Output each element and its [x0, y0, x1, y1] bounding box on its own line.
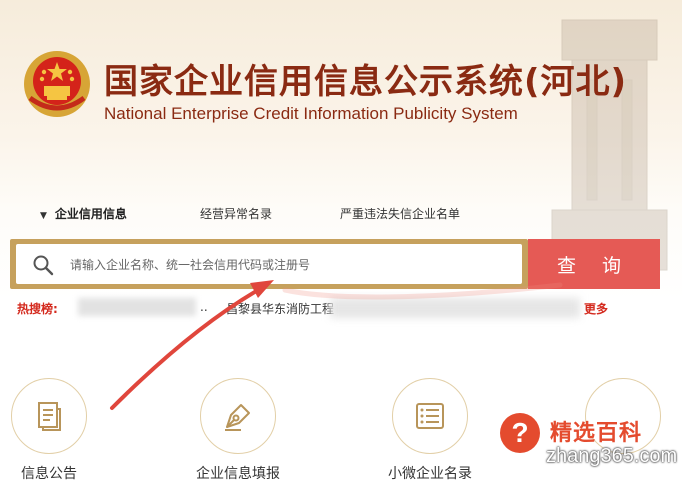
card-announcements[interactable]: 信息公告 [0, 378, 104, 483]
card-enterprise-info-filing[interactable]: 企业信息填报 [183, 378, 293, 483]
search-input[interactable] [68, 252, 512, 278]
watermark-name: 精选百科 [550, 421, 643, 446]
card-label: 信息公告 [21, 466, 77, 482]
nav-item-label: 经营异常名录 [200, 207, 273, 221]
hot-search-label: 热搜榜: [17, 302, 58, 316]
card-label: 企业信息填报 [196, 466, 280, 482]
blurred-region [78, 298, 196, 316]
site-title: 国家企业信用信息公示系统(河北) [104, 62, 628, 102]
main-nav: ▼ 企业信用信息 经营异常名录 严重违法失信企业名单 [40, 205, 682, 225]
card-small-micro-enterprise-list[interactable]: 小微企业名录 [375, 378, 485, 483]
national-emblem-icon [24, 51, 90, 117]
triangle-down-icon: ▼ [40, 211, 47, 221]
site-title-english: National Enterprise Credit Information P… [104, 104, 518, 123]
nav-item-abnormal-list[interactable]: 经营异常名录 [200, 205, 272, 222]
blurred-region [330, 298, 580, 318]
question-icon: ? [500, 413, 540, 453]
watermark-badge: ? 精选百科 zhang365.com [496, 409, 680, 479]
search-icon [33, 255, 54, 276]
card-label: 小微企业名录 [388, 466, 472, 482]
search-inner [16, 244, 522, 284]
nav-item-enterprise-credit[interactable]: ▼ 企业信用信息 [40, 205, 127, 222]
nav-item-serious-violation-list[interactable]: 严重违法失信企业名单 [340, 205, 460, 222]
pen-nib-icon [225, 404, 250, 431]
document-icon [38, 402, 61, 431]
list-icon [416, 403, 444, 429]
watermark-url: zhang365.com [546, 445, 678, 467]
search-button[interactable]: 查 询 [528, 239, 660, 289]
nav-item-label: 严重违法失信企业名单 [340, 207, 461, 221]
card-circle [392, 378, 468, 454]
hot-search-item[interactable]: 昌黎县华东消防工程 [226, 300, 334, 317]
nav-item-label: 企业信用信息 [54, 207, 127, 221]
hot-search-more-link[interactable]: 更多 [584, 300, 608, 317]
card-circle [11, 378, 87, 454]
card-circle [200, 378, 276, 454]
hot-search-label-row: 热搜榜: [17, 300, 58, 317]
hot-search-item[interactable]: .. [200, 300, 208, 314]
search-box [10, 239, 528, 289]
